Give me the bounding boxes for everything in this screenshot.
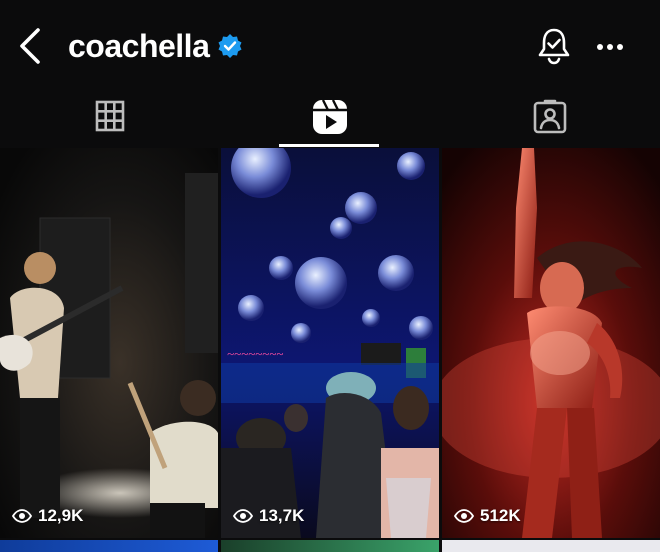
verified-badge-icon (218, 34, 242, 58)
chevron-left-icon (20, 28, 40, 64)
reels-grid: 12,9K ~~~~~~~~ 13,7K 512K (0, 148, 660, 552)
tab-tagged[interactable] (440, 92, 660, 148)
reel-thumbnail-5[interactable] (221, 540, 439, 552)
reel-thumbnail-4[interactable] (0, 540, 218, 552)
reel-thumbnail-6[interactable] (442, 540, 660, 552)
reel-thumbnail-1[interactable]: 12,9K (0, 148, 218, 538)
reel-image-band (0, 148, 218, 538)
more-horizontal-icon (597, 44, 623, 50)
reel-thumbnail-2[interactable]: ~~~~~~~~ 13,7K (221, 148, 439, 538)
reel-thumbnail-3[interactable]: 512K (442, 148, 660, 538)
tab-reels[interactable] (220, 92, 440, 148)
view-count-label: 13,7K (259, 506, 305, 525)
view-count: 12,9K (12, 506, 83, 526)
notification-bell-button[interactable] (532, 24, 576, 68)
notification-bell-icon (538, 28, 570, 65)
reel-image-disco: ~~~~~~~~ (221, 148, 439, 538)
svg-text:~~~~~~~~: ~~~~~~~~ (227, 346, 283, 361)
profile-title: coachella (68, 26, 243, 66)
back-button[interactable] (14, 26, 50, 66)
more-options-button[interactable] (592, 30, 628, 64)
profile-header: coachella (0, 0, 660, 92)
eye-icon (454, 509, 474, 523)
view-count: 512K (454, 506, 521, 526)
reels-icon (313, 99, 347, 134)
tagged-icon (533, 99, 567, 134)
grid-icon (95, 100, 125, 132)
view-count-label: 12,9K (38, 506, 84, 525)
eye-icon (233, 509, 253, 523)
profile-tabs (0, 92, 660, 148)
eye-icon (12, 509, 32, 523)
view-count-label: 512K (480, 506, 521, 525)
tab-posts[interactable] (0, 92, 220, 148)
view-count: 13,7K (233, 506, 304, 526)
username: coachella (68, 28, 210, 64)
active-tab-indicator (279, 144, 379, 147)
reel-image-performer (442, 148, 660, 538)
